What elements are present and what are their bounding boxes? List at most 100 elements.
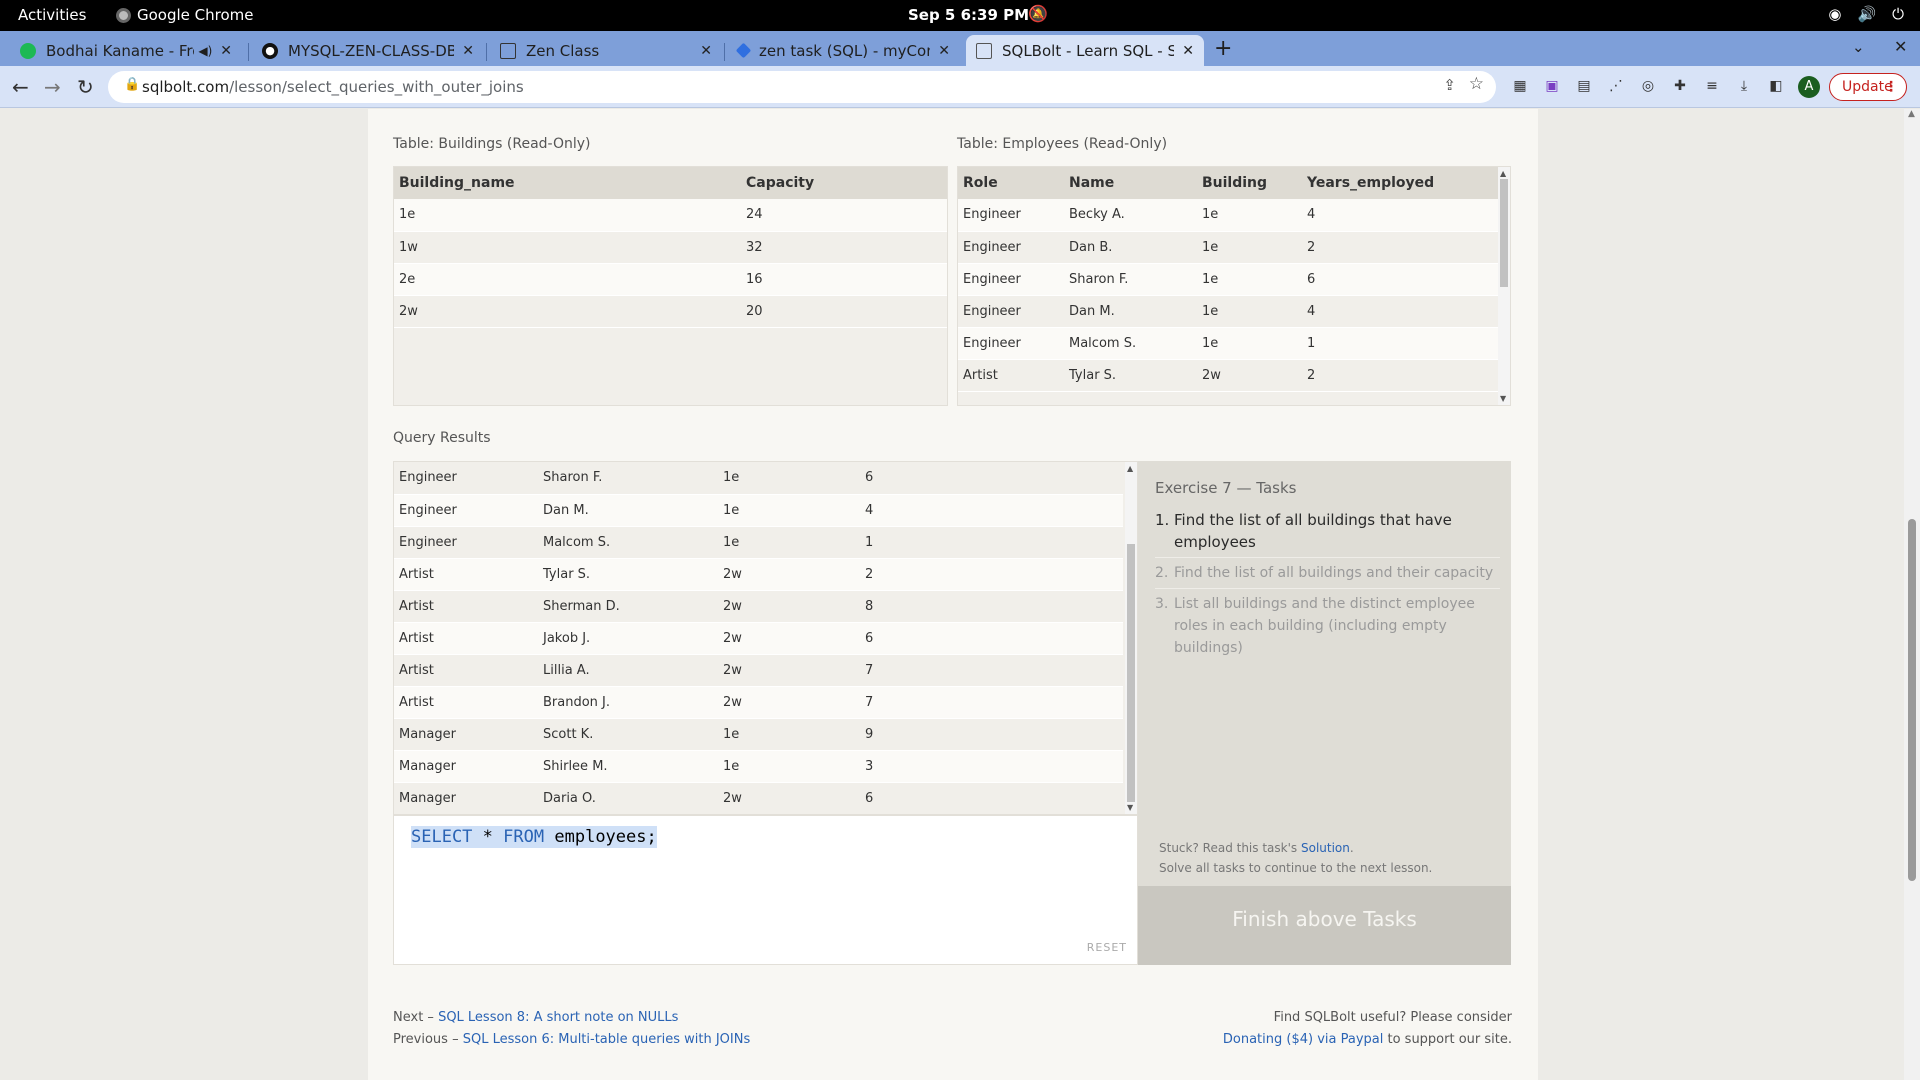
close-icon[interactable]: ✕ xyxy=(220,43,232,59)
sql-keyword: SELECT xyxy=(411,827,473,847)
table-row: 2e 16 xyxy=(394,263,947,296)
tab-separator xyxy=(486,43,487,61)
scroll-down-arrow-icon[interactable]: ▼ xyxy=(1127,803,1133,812)
extension-icon[interactable]: ◎ xyxy=(1639,77,1657,95)
table-row: Engineer Sharon F. 1e 6 xyxy=(394,462,1123,495)
table-cell: 20 xyxy=(741,295,947,328)
clock[interactable]: Sep 5 6:39 PM xyxy=(908,6,1029,24)
extension-icon[interactable]: ▣ xyxy=(1543,77,1561,95)
extensions-puzzle-icon[interactable]: ✚ xyxy=(1671,77,1689,95)
sql-token: * xyxy=(482,827,493,847)
tab-mycompiler[interactable]: zen task (SQL) - myCompil ✕ xyxy=(728,35,960,66)
employees-scrollbar[interactable]: ▲ ▼ xyxy=(1498,167,1510,405)
table-cell: 1 xyxy=(860,526,1123,559)
scroll-up-arrow-icon[interactable]: ▲ xyxy=(1127,464,1133,473)
table-cell: 1e xyxy=(718,462,860,495)
scroll-thumb[interactable] xyxy=(1500,179,1508,287)
close-icon[interactable]: ✕ xyxy=(1182,43,1194,59)
extension-icon[interactable]: ⋰ xyxy=(1607,77,1625,95)
update-button[interactable]: Update ⋮ xyxy=(1829,73,1907,101)
next-prefix: Next – xyxy=(393,1010,434,1025)
tab-search-chevron-icon[interactable]: ⌄ xyxy=(1852,38,1865,56)
table-cell: Jakob J. xyxy=(538,622,718,655)
sql-query-text[interactable]: SELECT * FROM employees; xyxy=(411,826,657,848)
close-icon[interactable]: ✕ xyxy=(700,43,712,59)
kebab-menu-icon: ⋮ xyxy=(1884,79,1898,95)
back-arrow-icon[interactable]: ← xyxy=(12,75,29,99)
table-cell: Manager xyxy=(394,750,538,783)
column-header: Building_name xyxy=(394,167,741,199)
table-row: 2w 20 xyxy=(394,295,947,328)
side-panel-icon[interactable]: ◧ xyxy=(1767,77,1785,95)
table-cell: 1e xyxy=(1197,327,1302,360)
bookmark-star-icon[interactable]: ☆ xyxy=(1469,74,1484,94)
table-cell: Artist xyxy=(394,654,538,687)
tab-label: MYSQL-ZEN-CLASS-DB-M xyxy=(288,41,455,60)
table-cell: 16 xyxy=(741,263,947,296)
task-text: Find the list of all buildings and their… xyxy=(1174,565,1494,581)
tab-label: Bodhai Kaname - From xyxy=(46,41,194,60)
download-icon[interactable]: ⤓ xyxy=(1735,77,1753,95)
media-controls-icon[interactable]: ≡ xyxy=(1703,77,1721,95)
app-menu[interactable]: Google Chrome xyxy=(116,6,254,24)
spotify-icon xyxy=(20,42,36,59)
table-cell: Engineer xyxy=(394,494,538,527)
extension-icon[interactable]: ▦ xyxy=(1511,77,1529,95)
employees-caption: Table: Employees (Read-Only) xyxy=(957,136,1168,152)
page-scrollbar[interactable]: ▲ xyxy=(1904,109,1920,1080)
system-tray[interactable]: ◉ 🔊 ⏻ xyxy=(1828,5,1904,23)
extension-icon[interactable]: ▤ xyxy=(1575,77,1593,95)
table-cell: 1e xyxy=(1197,231,1302,264)
close-icon[interactable]: ✕ xyxy=(462,43,474,59)
table-cell: Sharon F. xyxy=(1064,263,1197,296)
activities-button[interactable]: Activities xyxy=(18,6,86,24)
close-icon[interactable]: ✕ xyxy=(938,43,950,59)
previous-lesson-link[interactable]: SQL Lesson 6: Multi-table queries with J… xyxy=(463,1032,751,1047)
table-cell: 1e xyxy=(718,718,860,751)
scroll-up-arrow-icon[interactable]: ▲ xyxy=(1500,169,1506,178)
stuck-text: Stuck? Read this task's xyxy=(1159,841,1298,855)
sql-editor[interactable]: SELECT * FROM employees; RESET xyxy=(393,815,1138,965)
tab-bodhai[interactable]: Bodhai Kaname - From ◀) ✕ xyxy=(10,35,242,66)
column-header: Years_employed xyxy=(1302,167,1500,199)
scroll-thumb[interactable] xyxy=(1127,544,1135,802)
next-lesson-link[interactable]: SQL Lesson 8: A short note on NULLs xyxy=(438,1010,678,1025)
tab-separator xyxy=(724,43,725,61)
scroll-up-arrow-icon[interactable]: ▲ xyxy=(1908,109,1915,119)
table-cell: 24 xyxy=(741,199,947,232)
results-scrollbar[interactable]: ▲ ▼ xyxy=(1125,462,1137,814)
finish-tasks-button[interactable]: Finish above Tasks xyxy=(1138,886,1511,965)
table-cell: 7 xyxy=(860,654,1123,687)
employees-table[interactable]: Role Name Building Years_employed Engine… xyxy=(957,166,1511,406)
donate-link[interactable]: Donating ($4) via Paypal xyxy=(1223,1032,1383,1047)
tasks-header: Exercise 7 — Tasks xyxy=(1155,479,1297,497)
solution-link[interactable]: Solution xyxy=(1301,841,1350,855)
tab-separator xyxy=(248,43,249,61)
page-scroll-thumb[interactable] xyxy=(1908,519,1916,881)
tab-github[interactable]: ● MYSQL-ZEN-CLASS-DB-M ✕ xyxy=(252,35,484,66)
profile-avatar[interactable]: A xyxy=(1798,76,1820,98)
forward-arrow-icon[interactable]: → xyxy=(44,75,61,99)
table-row: Manager Shirlee M. 1e 3 xyxy=(394,750,1123,783)
task-text: Find the list of all buildings that have… xyxy=(1174,511,1452,551)
tab-sqlbolt[interactable]: SQLBolt - Learn SQL - SQL ✕ xyxy=(966,35,1204,66)
table-cell: Manager xyxy=(394,718,538,751)
table-cell: Dan M. xyxy=(1064,295,1197,328)
address-bar[interactable]: 🔒 sqlbolt.com/lesson/select_queries_with… xyxy=(108,71,1496,103)
share-icon[interactable]: ⇪ xyxy=(1443,76,1456,94)
tab-label: Zen Class xyxy=(526,41,600,60)
window-close-icon[interactable]: ✕ xyxy=(1894,37,1907,56)
tab-zen-class[interactable]: Zen Class ✕ xyxy=(490,35,722,66)
lock-icon[interactable]: 🔒 xyxy=(124,77,140,92)
wifi-icon: ◉ xyxy=(1828,5,1842,23)
audio-playing-icon[interactable]: ◀) xyxy=(198,44,212,58)
reload-icon[interactable]: ↻ xyxy=(77,75,94,99)
table-cell: 1e xyxy=(718,750,860,783)
table-row: 1e 24 xyxy=(394,199,947,232)
github-icon: ● xyxy=(262,42,278,59)
table-cell: 1e xyxy=(1197,199,1302,232)
scroll-down-arrow-icon[interactable]: ▼ xyxy=(1500,394,1506,403)
results-table[interactable]: Engineer Sharon F. 1e 6 Engineer Dan M. 1e 4 E… xyxy=(393,461,1138,815)
reset-button[interactable]: RESET xyxy=(1087,941,1127,954)
new-tab-button[interactable]: + xyxy=(1214,36,1232,61)
